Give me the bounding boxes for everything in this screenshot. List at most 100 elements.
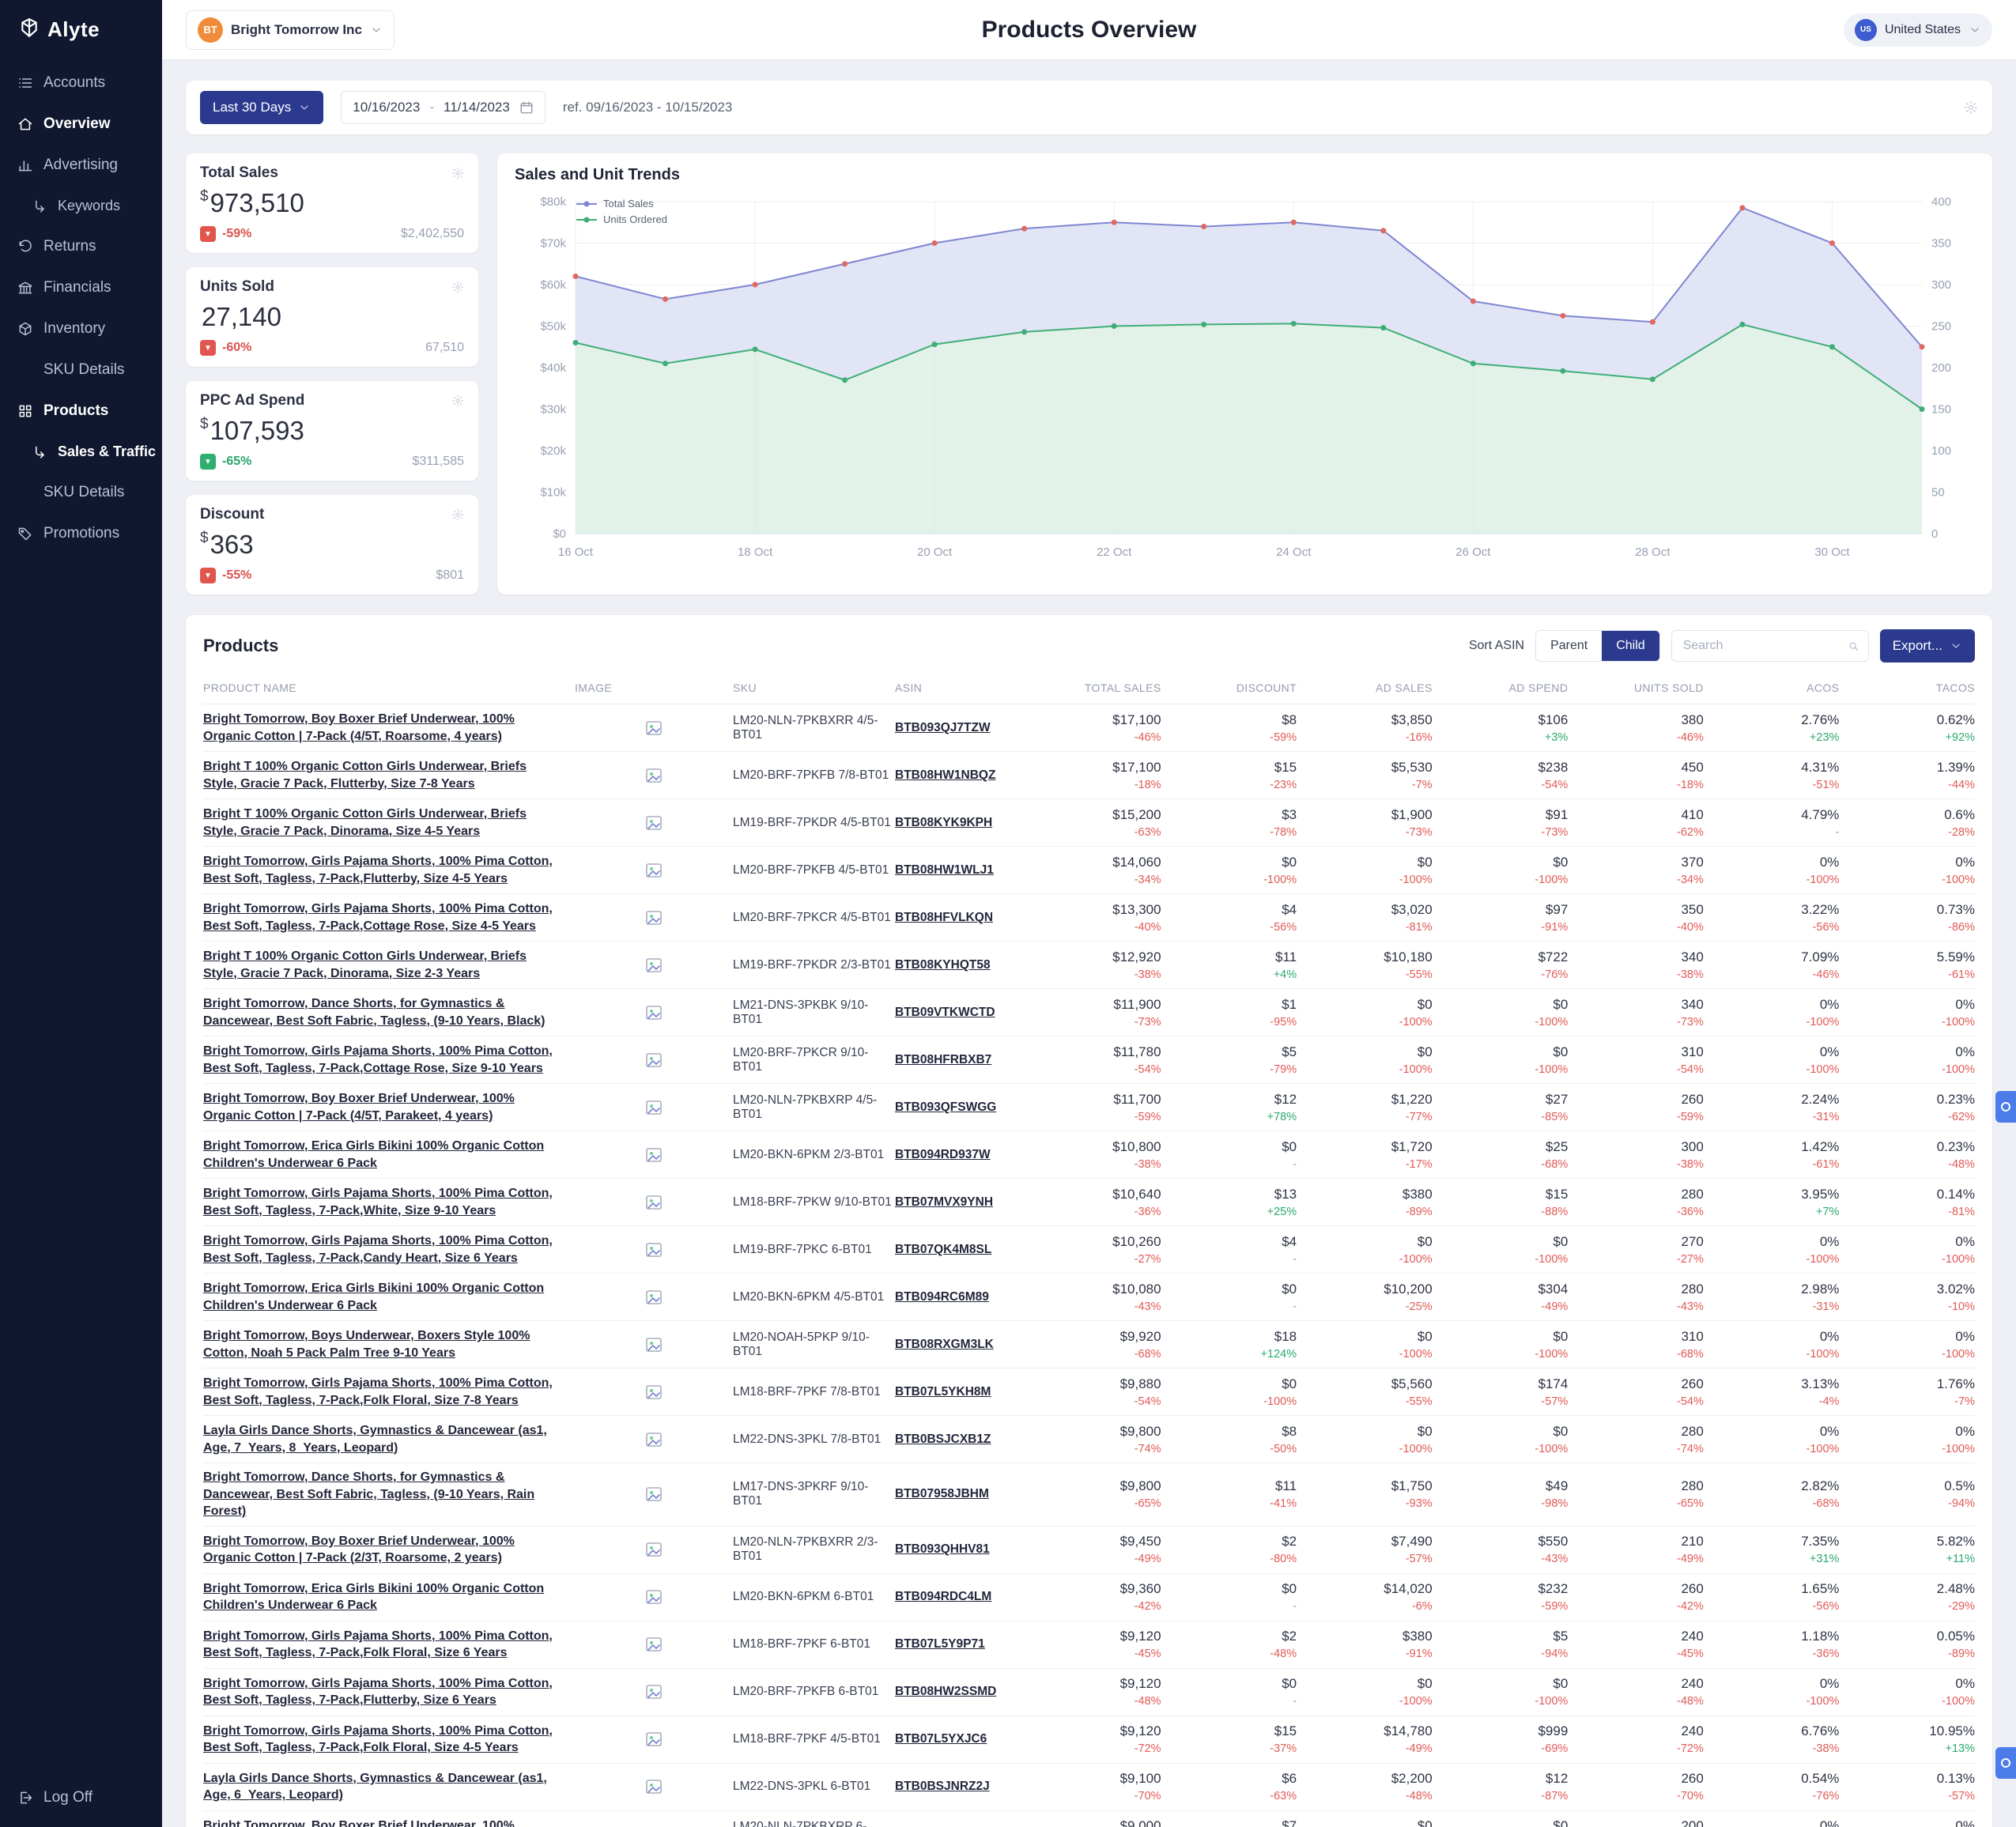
column-header-sku[interactable]: SKU xyxy=(733,681,895,694)
asin-link[interactable]: BTB08HW1WLJ1 xyxy=(895,863,994,877)
column-header-tacos[interactable]: TACOS xyxy=(1839,681,1975,694)
side-widget-top[interactable] xyxy=(1995,1091,2016,1123)
product-name-link[interactable]: Bright Tomorrow, Boys Underwear, Boxers … xyxy=(203,1327,575,1361)
sidebar-item-products[interactable]: Products xyxy=(0,391,162,432)
product-name-link[interactable]: Bright Tomorrow, Boy Boxer Brief Underwe… xyxy=(203,1818,575,1827)
product-image[interactable] xyxy=(644,1540,664,1559)
product-name-link[interactable]: Bright Tomorrow, Girls Pajama Shorts, 10… xyxy=(203,1043,575,1077)
sidebar-item-sku-details[interactable]: SKU Details xyxy=(0,472,162,513)
legend-item-total-sales[interactable]: Total Sales xyxy=(576,198,667,210)
asin-link[interactable]: BTB07MVX9YNH xyxy=(895,1195,993,1209)
side-widget-bottom[interactable] xyxy=(1995,1747,2016,1779)
column-header-ad-sales[interactable]: AD SALES xyxy=(1297,681,1433,694)
product-image[interactable] xyxy=(644,908,664,927)
trend-chart[interactable]: $0 0 $10k 50 $20k 100 $30k 150 $40k 200 $50k 250 $60… xyxy=(515,189,1975,568)
search-input[interactable] xyxy=(1681,638,1848,654)
start-date-value[interactable]: 10/16/2023 xyxy=(353,100,420,115)
product-name-link[interactable]: Bright Tomorrow, Girls Pajama Shorts, 10… xyxy=(203,900,575,934)
asin-link[interactable]: BTB08KYHQT58 xyxy=(895,958,991,972)
product-name-link[interactable]: Bright Tomorrow, Boy Boxer Brief Underwe… xyxy=(203,1090,575,1124)
sidebar-item-sales-traffic[interactable]: Sales & Traffic xyxy=(0,432,162,472)
asin-link[interactable]: BTB093QJ7TZW xyxy=(895,721,991,734)
product-name-link[interactable]: Bright T 100% Organic Cotton Girls Under… xyxy=(203,758,575,792)
sidebar-item-log-off[interactable]: Log Off xyxy=(0,1773,162,1827)
sidebar-item-keywords[interactable]: Keywords xyxy=(0,186,162,226)
date-range-preset-button[interactable]: Last 30 Days xyxy=(200,91,324,124)
toggle-parent[interactable]: Parent xyxy=(1536,631,1603,661)
asin-link[interactable]: BTB07QK4M8SL xyxy=(895,1243,991,1256)
product-name-link[interactable]: Bright Tomorrow, Girls Pajama Shorts, 10… xyxy=(203,1185,575,1219)
product-image[interactable] xyxy=(644,1682,664,1701)
asin-link[interactable]: BTB09VTKWCTD xyxy=(895,1006,995,1019)
asin-link[interactable]: BTB094RDC4LM xyxy=(895,1590,991,1603)
column-header-discount[interactable]: DISCOUNT xyxy=(1161,681,1297,694)
export-button[interactable]: Export... xyxy=(1879,629,1975,662)
asin-link[interactable]: BTB094RC6M89 xyxy=(895,1290,989,1304)
product-name-link[interactable]: Bright Tomorrow, Girls Pajama Shorts, 10… xyxy=(203,1628,575,1662)
column-header-image[interactable]: IMAGE xyxy=(575,681,733,694)
product-name-link[interactable]: Bright Tomorrow, Girls Pajama Shorts, 10… xyxy=(203,1232,575,1266)
asin-link[interactable]: BTB08HFVLKQN xyxy=(895,911,993,924)
product-image[interactable] xyxy=(644,1146,664,1165)
product-name-link[interactable]: Bright Tomorrow, Erica Girls Bikini 100%… xyxy=(203,1580,575,1614)
asin-link[interactable]: BTB07L5Y9P71 xyxy=(895,1637,985,1651)
product-image[interactable] xyxy=(644,1003,664,1022)
gear-icon[interactable] xyxy=(451,508,464,521)
product-name-link[interactable]: Layla Girls Dance Shorts, Gymnastics & D… xyxy=(203,1770,575,1804)
asin-link[interactable]: BTB08RXGM3LK xyxy=(895,1338,994,1351)
product-image[interactable] xyxy=(644,1240,664,1259)
sidebar-item-returns[interactable]: Returns xyxy=(0,226,162,267)
product-image[interactable] xyxy=(644,1777,664,1796)
gear-icon[interactable] xyxy=(451,167,464,179)
product-name-link[interactable]: Bright Tomorrow, Girls Pajama Shorts, 10… xyxy=(203,1375,575,1409)
gear-icon[interactable] xyxy=(451,394,464,407)
sidebar-item-overview[interactable]: Overview xyxy=(0,104,162,145)
sidebar-item-advertising[interactable]: Advertising xyxy=(0,145,162,186)
column-header-product-name[interactable]: PRODUCT NAME xyxy=(203,681,575,694)
sidebar-item-accounts[interactable]: Accounts xyxy=(0,62,162,104)
asin-link[interactable]: BTB07L5YKH8M xyxy=(895,1385,991,1399)
gear-icon[interactable] xyxy=(451,281,464,293)
product-name-link[interactable]: Layla Girls Dance Shorts, Gymnastics & D… xyxy=(203,1422,575,1456)
sidebar-item-promotions[interactable]: Promotions xyxy=(0,513,162,554)
product-image[interactable] xyxy=(644,719,664,738)
product-image[interactable] xyxy=(644,1730,664,1749)
asin-link[interactable]: BTB07958JBHM xyxy=(895,1487,989,1500)
asin-link[interactable]: BTB094RD937W xyxy=(895,1148,991,1161)
product-image[interactable] xyxy=(644,813,664,832)
sidebar-item-financials[interactable]: Financials xyxy=(0,267,162,308)
product-name-link[interactable]: Bright Tomorrow, Erica Girls Bikini 100%… xyxy=(203,1138,575,1172)
product-image[interactable] xyxy=(644,1485,664,1504)
product-image[interactable] xyxy=(644,1430,664,1449)
product-image[interactable] xyxy=(644,861,664,880)
column-header-asin[interactable]: ASIN xyxy=(895,681,1025,694)
product-name-link[interactable]: Bright T 100% Organic Cotton Girls Under… xyxy=(203,806,575,840)
column-header-ad-spend[interactable]: AD SPEND xyxy=(1433,681,1569,694)
column-header-total-sales[interactable]: TOTAL SALES xyxy=(1025,681,1161,694)
product-name-link[interactable]: Bright Tomorrow, Boy Boxer Brief Underwe… xyxy=(203,711,575,745)
column-header-units-sold[interactable]: UNITS SOLD xyxy=(1568,681,1704,694)
product-image[interactable] xyxy=(644,1288,664,1307)
product-name-link[interactable]: Bright Tomorrow, Erica Girls Bikini 100%… xyxy=(203,1280,575,1314)
product-image[interactable] xyxy=(644,1335,664,1354)
product-image[interactable] xyxy=(644,1098,664,1117)
asin-link[interactable]: BTB0BSJCXB1Z xyxy=(895,1433,991,1446)
asin-link[interactable]: BTB08HFRBXB7 xyxy=(895,1053,991,1066)
asin-link[interactable]: BTB08HW1NBQZ xyxy=(895,768,995,782)
product-name-link[interactable]: Bright Tomorrow, Boy Boxer Brief Underwe… xyxy=(203,1533,575,1567)
product-image[interactable] xyxy=(644,1383,664,1402)
product-name-link[interactable]: Bright Tomorrow, Girls Pajama Shorts, 10… xyxy=(203,1723,575,1757)
asin-link[interactable]: BTB07L5YXJC6 xyxy=(895,1732,987,1746)
product-name-link[interactable]: Bright T 100% Organic Cotton Girls Under… xyxy=(203,948,575,982)
product-image[interactable] xyxy=(644,1635,664,1654)
asin-link[interactable]: BTB08KYK9KPH xyxy=(895,816,992,829)
company-selector[interactable]: BT Bright Tomorrow Inc xyxy=(186,9,395,50)
product-image[interactable] xyxy=(644,1587,664,1606)
product-name-link[interactable]: Bright Tomorrow, Girls Pajama Shorts, 10… xyxy=(203,853,575,887)
sidebar-item-sku-details[interactable]: SKU Details xyxy=(0,349,162,391)
product-image[interactable] xyxy=(644,1193,664,1212)
product-image[interactable] xyxy=(644,766,664,785)
product-name-link[interactable]: Bright Tomorrow, Girls Pajama Shorts, 10… xyxy=(203,1675,575,1709)
brand-logo[interactable]: Alyte xyxy=(0,0,162,62)
product-image[interactable] xyxy=(644,1051,664,1070)
